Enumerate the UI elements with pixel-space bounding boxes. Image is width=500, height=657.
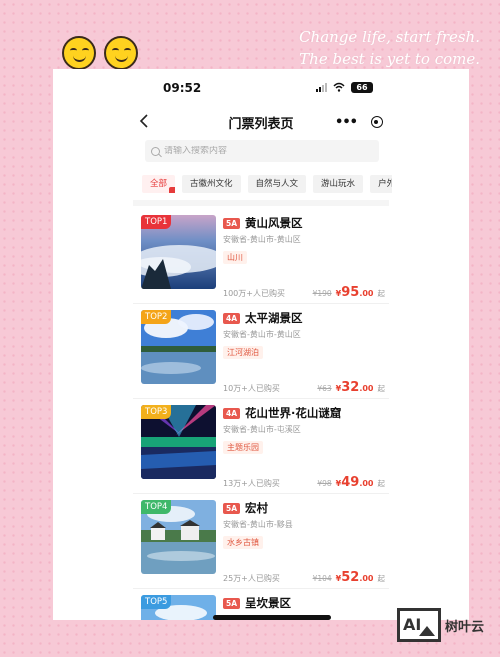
tab-huizhou-culture[interactable]: 古徽州文化	[182, 175, 241, 193]
grade-badge: 4A	[223, 312, 241, 324]
scenic-thumbnail: TOP2	[141, 310, 216, 384]
watermark: AI 树叶云	[397, 608, 484, 642]
scenic-thumbnail: TOP1	[141, 215, 216, 289]
smiley-icon	[104, 36, 138, 70]
page-title: 门票列表页	[228, 117, 294, 132]
section-divider	[133, 200, 389, 206]
scenic-name: 花山世界·花山谜窟	[245, 406, 342, 420]
grade-badge: 5A	[223, 502, 241, 514]
list-item[interactable]: TOP2 4A 太平湖景区 安徽省-黄山市-黄山区 江河湖泊 10万+人已购买 …	[133, 304, 389, 399]
status-time: 09:52	[163, 81, 202, 95]
list-item[interactable]: TOP1 5A 黄山风景区 安徽省-黄山市-黄山区 山川 100万+人已购买 ¥…	[133, 209, 389, 304]
search-bar	[145, 140, 379, 162]
category-tabs: 全部 古徽州文化 自然与人文 游山玩水 户外	[142, 175, 392, 193]
list-item[interactable]: TOP4 5A 宏村 安徽省-黄山市-黟县 水乡古镇 25万+人已购买 ¥104…	[133, 494, 389, 589]
scenic-location: 安徽省-黄山市-黄山区	[223, 235, 301, 244]
scenic-location: 安徽省-黄山市-黄山区	[223, 330, 301, 339]
original-price: ¥63	[317, 384, 332, 393]
rank-badge: TOP3	[141, 405, 172, 419]
current-price: ¥49.00	[335, 475, 374, 490]
sold-count: 10万+人已购买	[223, 384, 280, 393]
phone-screen: 09:52 66 门票列表页 ••• 全部	[53, 69, 469, 620]
scenic-thumbnail: TOP4	[141, 500, 216, 574]
signal-icon	[316, 82, 327, 92]
more-dots-icon[interactable]: •••	[335, 115, 358, 130]
home-indicator	[213, 615, 331, 620]
search-icon	[151, 146, 160, 156]
scenic-thumbnail: TOP5	[141, 595, 216, 620]
capsule-close-icon[interactable]	[370, 116, 383, 128]
list-item[interactable]: TOP3 4A 花山世界·花山谜窟 安徽省-黄山市-屯溪区 主题乐园 13万+人…	[133, 399, 389, 494]
rank-badge: TOP5	[141, 595, 172, 609]
ticket-list: TOP1 5A 黄山风景区 安徽省-黄山市-黄山区 山川 100万+人已购买 ¥…	[133, 209, 389, 620]
mini-program-capsule: •••	[328, 111, 390, 133]
price-suffix: 起	[377, 574, 386, 583]
scenic-tag: 水乡古镇	[223, 536, 263, 549]
current-price: ¥95.00	[335, 285, 374, 300]
grade-badge: 5A	[223, 217, 241, 229]
wifi-icon	[333, 82, 345, 92]
scenic-name: 太平湖景区	[245, 311, 303, 325]
emoji-stickers	[62, 36, 142, 72]
price-suffix: 起	[377, 289, 386, 298]
scenic-location: 安徽省-黄山市-黟县	[223, 520, 293, 529]
tab-mountains-waters[interactable]: 游山玩水	[313, 175, 364, 193]
nav-bar: 门票列表页 •••	[53, 105, 469, 139]
scenic-name: 宏村	[245, 501, 269, 515]
scenic-thumbnail: TOP3	[141, 405, 216, 479]
tagline-line-1: Change life, start fresh.	[299, 28, 480, 46]
grade-badge: 5A	[223, 597, 241, 609]
sold-count: 100万+人已购买	[223, 289, 285, 298]
tagline-line-2: The best is yet to come.	[299, 50, 480, 68]
scenic-name: 黄山风景区	[245, 216, 303, 230]
sold-count: 13万+人已购买	[223, 479, 280, 488]
current-price: ¥52.00	[335, 570, 374, 585]
rank-badge: TOP4	[141, 500, 172, 514]
watermark-logo-icon: AI	[397, 608, 441, 642]
scenic-name: 呈坎景区	[245, 596, 292, 610]
watermark-text: 树叶云	[445, 619, 485, 635]
smiley-icon	[62, 36, 96, 70]
grade-badge: 4A	[223, 407, 241, 419]
status-icons: 66	[316, 81, 373, 93]
price-suffix: 起	[377, 384, 386, 393]
scenic-location: 安徽省-黄山市-屯溪区	[223, 425, 301, 434]
battery-indicator: 66	[351, 81, 373, 93]
scenic-tag: 山川	[223, 251, 247, 264]
tagline: Change life, start fresh. The best is ye…	[260, 26, 480, 70]
current-price: ¥32.00	[335, 380, 374, 395]
scenic-tag: 江河湖泊	[223, 346, 263, 359]
scenic-tag: 主题乐园	[223, 441, 263, 454]
search-input[interactable]	[164, 146, 364, 156]
original-price: ¥190	[312, 289, 332, 298]
tab-outdoor[interactable]: 户外	[370, 175, 392, 193]
original-price: ¥104	[312, 574, 332, 583]
price-suffix: 起	[377, 479, 386, 488]
tab-all[interactable]: 全部	[142, 175, 176, 193]
original-price: ¥98	[317, 479, 332, 488]
rank-badge: TOP1	[141, 215, 172, 229]
tab-nature-humanity[interactable]: 自然与人文	[247, 175, 307, 193]
rank-badge: TOP2	[141, 310, 172, 324]
sold-count: 25万+人已购买	[223, 574, 280, 583]
status-bar: 09:52 66	[53, 69, 469, 105]
